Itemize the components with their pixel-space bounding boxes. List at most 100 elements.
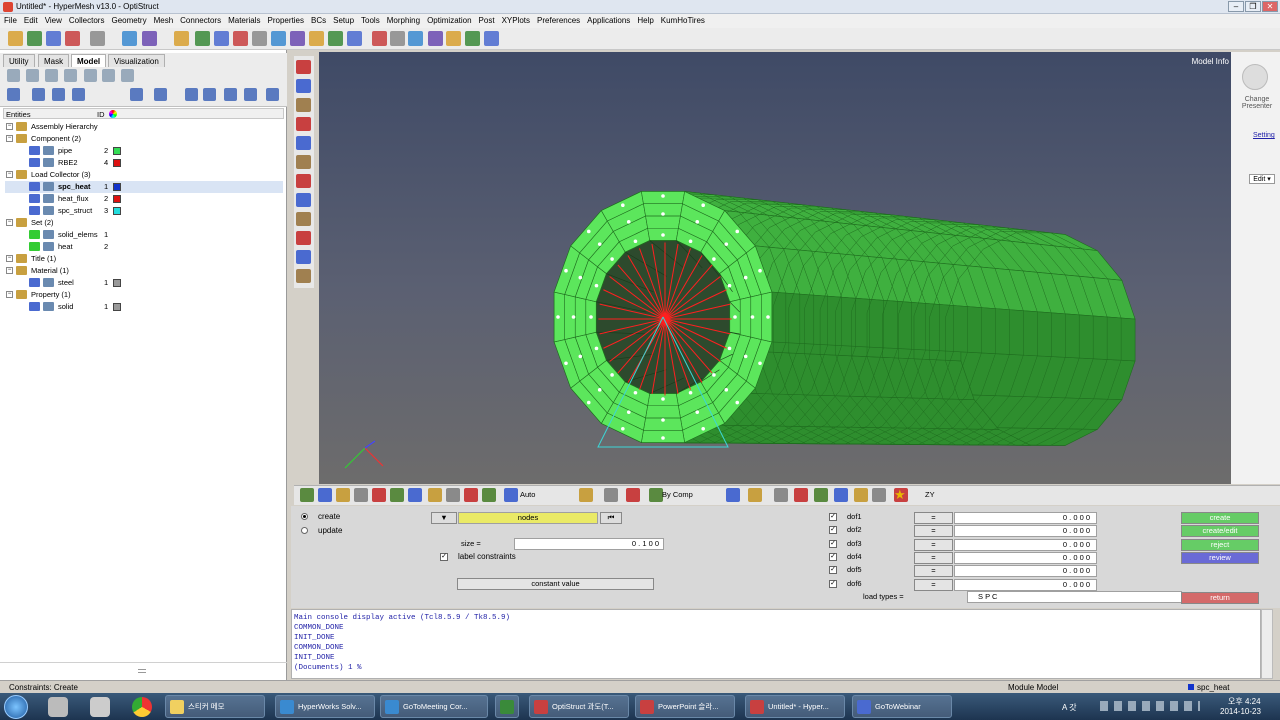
- tree-folder[interactable]: − Assembly Hierarchy: [5, 121, 283, 133]
- taskbar-item[interactable]: Untitled* - Hyper...: [745, 695, 845, 718]
- menu-view[interactable]: View: [41, 14, 65, 25]
- menu-applications[interactable]: Applications: [583, 14, 633, 25]
- id-column-header[interactable]: ID: [97, 110, 105, 119]
- node-marker[interactable]: [564, 361, 568, 366]
- browser-view-icon[interactable]: [185, 88, 198, 101]
- tree-item[interactable]: heat_flux 2: [5, 193, 283, 205]
- dof-label[interactable]: dof4: [847, 552, 862, 561]
- pinned-app-icon[interactable]: [48, 697, 68, 717]
- toolbar-tool-icon[interactable]: [46, 31, 61, 46]
- tab-utility[interactable]: Utility: [3, 54, 35, 67]
- browser-tool-icon[interactable]: [7, 69, 20, 82]
- expand-toggle-icon[interactable]: −: [6, 171, 13, 178]
- node-marker[interactable]: [701, 203, 705, 208]
- visibility-icon[interactable]: [29, 230, 40, 239]
- edit-dropdown[interactable]: Edit ▾: [1249, 174, 1275, 184]
- console-scrollbar[interactable]: [1261, 609, 1273, 679]
- dof-label[interactable]: dof6: [847, 579, 862, 588]
- display-tool-icon[interactable]: [872, 488, 886, 502]
- display-tool-icon[interactable]: [774, 488, 788, 502]
- vertical-tool-icon[interactable]: [296, 269, 311, 283]
- menu-materials[interactable]: Materials: [224, 14, 263, 25]
- tray-icons[interactable]: [1100, 701, 1200, 711]
- node-marker[interactable]: [594, 346, 599, 351]
- create-radio-label[interactable]: create: [318, 512, 340, 521]
- vertical-tool-icon[interactable]: [296, 117, 311, 131]
- vertical-tool-icon[interactable]: [296, 250, 311, 264]
- color-swatch[interactable]: [113, 207, 121, 215]
- tree-item[interactable]: spc_heat 1: [5, 181, 283, 193]
- tree-item[interactable]: steel 1: [5, 277, 283, 289]
- dof-label[interactable]: dof3: [847, 539, 862, 548]
- toolbar-tool-icon[interactable]: [174, 31, 189, 46]
- dof-value-field[interactable]: 0 . 0 0 0: [954, 512, 1097, 524]
- browser-view-icon[interactable]: [224, 88, 237, 101]
- change-presenter-icon[interactable]: [1242, 64, 1268, 90]
- toolbar-tool-icon[interactable]: [142, 31, 157, 46]
- vertical-tool-icon[interactable]: [296, 174, 311, 188]
- node-marker[interactable]: [661, 436, 665, 440]
- visibility-icon[interactable]: [29, 278, 40, 287]
- node-marker[interactable]: [564, 268, 568, 273]
- browser-tool-icon[interactable]: [64, 69, 77, 82]
- expand-toggle-icon[interactable]: −: [6, 123, 13, 130]
- taskbar-item[interactable]: [495, 695, 519, 718]
- menu-geometry[interactable]: Geometry: [107, 14, 149, 25]
- display-tool-icon[interactable]: [579, 488, 593, 502]
- vertical-tool-icon[interactable]: [296, 60, 311, 74]
- node-marker[interactable]: [597, 388, 602, 392]
- node-marker[interactable]: [695, 410, 700, 414]
- tree-folder[interactable]: − Title (1): [5, 253, 283, 265]
- start-button[interactable]: [4, 695, 28, 719]
- display-tool-icon[interactable]: [504, 488, 518, 502]
- tree-item[interactable]: spc_struct 3: [5, 205, 283, 217]
- toolbar-tool-icon[interactable]: [428, 31, 443, 46]
- taskbar-item[interactable]: GoToWebinar: [852, 695, 952, 718]
- action-review-button[interactable]: review: [1181, 551, 1259, 564]
- menu-optimization[interactable]: Optimization: [423, 14, 474, 25]
- node-marker[interactable]: [621, 426, 625, 431]
- node-marker[interactable]: [758, 268, 762, 273]
- node-marker[interactable]: [594, 283, 599, 288]
- browser-view-icon[interactable]: [130, 88, 143, 101]
- browser-view-icon[interactable]: [154, 88, 167, 101]
- toolbar-tool-icon[interactable]: [390, 31, 405, 46]
- browser-view-icon[interactable]: [32, 88, 45, 101]
- node-marker[interactable]: [621, 203, 625, 208]
- action-reject-button[interactable]: reject: [1181, 538, 1259, 551]
- toolbar-tool-icon[interactable]: [65, 31, 80, 46]
- node-marker[interactable]: [688, 239, 693, 244]
- node-marker[interactable]: [661, 194, 665, 198]
- dof-eq-toggle[interactable]: =: [914, 538, 953, 551]
- node-marker[interactable]: [727, 283, 732, 288]
- toolbar-tool-icon[interactable]: [8, 31, 23, 46]
- dof-value-field[interactable]: 0 . 0 0 0: [954, 578, 1097, 591]
- toolbar-tool-icon[interactable]: [122, 31, 137, 46]
- color-swatch[interactable]: [113, 147, 121, 155]
- menu-properties[interactable]: Properties: [264, 14, 307, 25]
- size-field[interactable]: 0 . 1 0 0: [514, 538, 664, 550]
- node-marker[interactable]: [571, 315, 576, 319]
- tree-folder[interactable]: − Load Collector (3): [5, 169, 283, 181]
- dof-label[interactable]: dof1: [847, 512, 862, 521]
- dof-checkbox[interactable]: ✓: [829, 539, 837, 548]
- toolbar-tool-icon[interactable]: [195, 31, 210, 46]
- display-tool-icon[interactable]: [604, 488, 618, 502]
- toolbar-tool-icon[interactable]: [465, 31, 480, 46]
- menu-bcs[interactable]: BCs: [307, 14, 329, 25]
- load-types-field[interactable]: S P C: [967, 591, 1182, 603]
- taskbar-item[interactable]: HyperWorks Solv...: [275, 695, 375, 718]
- browser-view-icon[interactable]: [52, 88, 65, 101]
- display-tool-icon[interactable]: [464, 488, 478, 502]
- pinned-app-icon[interactable]: [90, 697, 110, 717]
- menu-post[interactable]: Post: [475, 14, 498, 25]
- minimize-button[interactable]: –: [1228, 1, 1244, 12]
- taskbar-item[interactable]: GoToMeeting Cor...: [380, 695, 488, 718]
- display-tool-icon[interactable]: [482, 488, 496, 502]
- node-marker[interactable]: [586, 229, 591, 234]
- display-tool-icon[interactable]: [390, 488, 404, 502]
- node-marker[interactable]: [633, 390, 638, 395]
- display-tool-icon[interactable]: [318, 488, 332, 502]
- dof-value-field[interactable]: 0 . 0 0 0: [954, 538, 1097, 551]
- node-marker[interactable]: [750, 315, 755, 319]
